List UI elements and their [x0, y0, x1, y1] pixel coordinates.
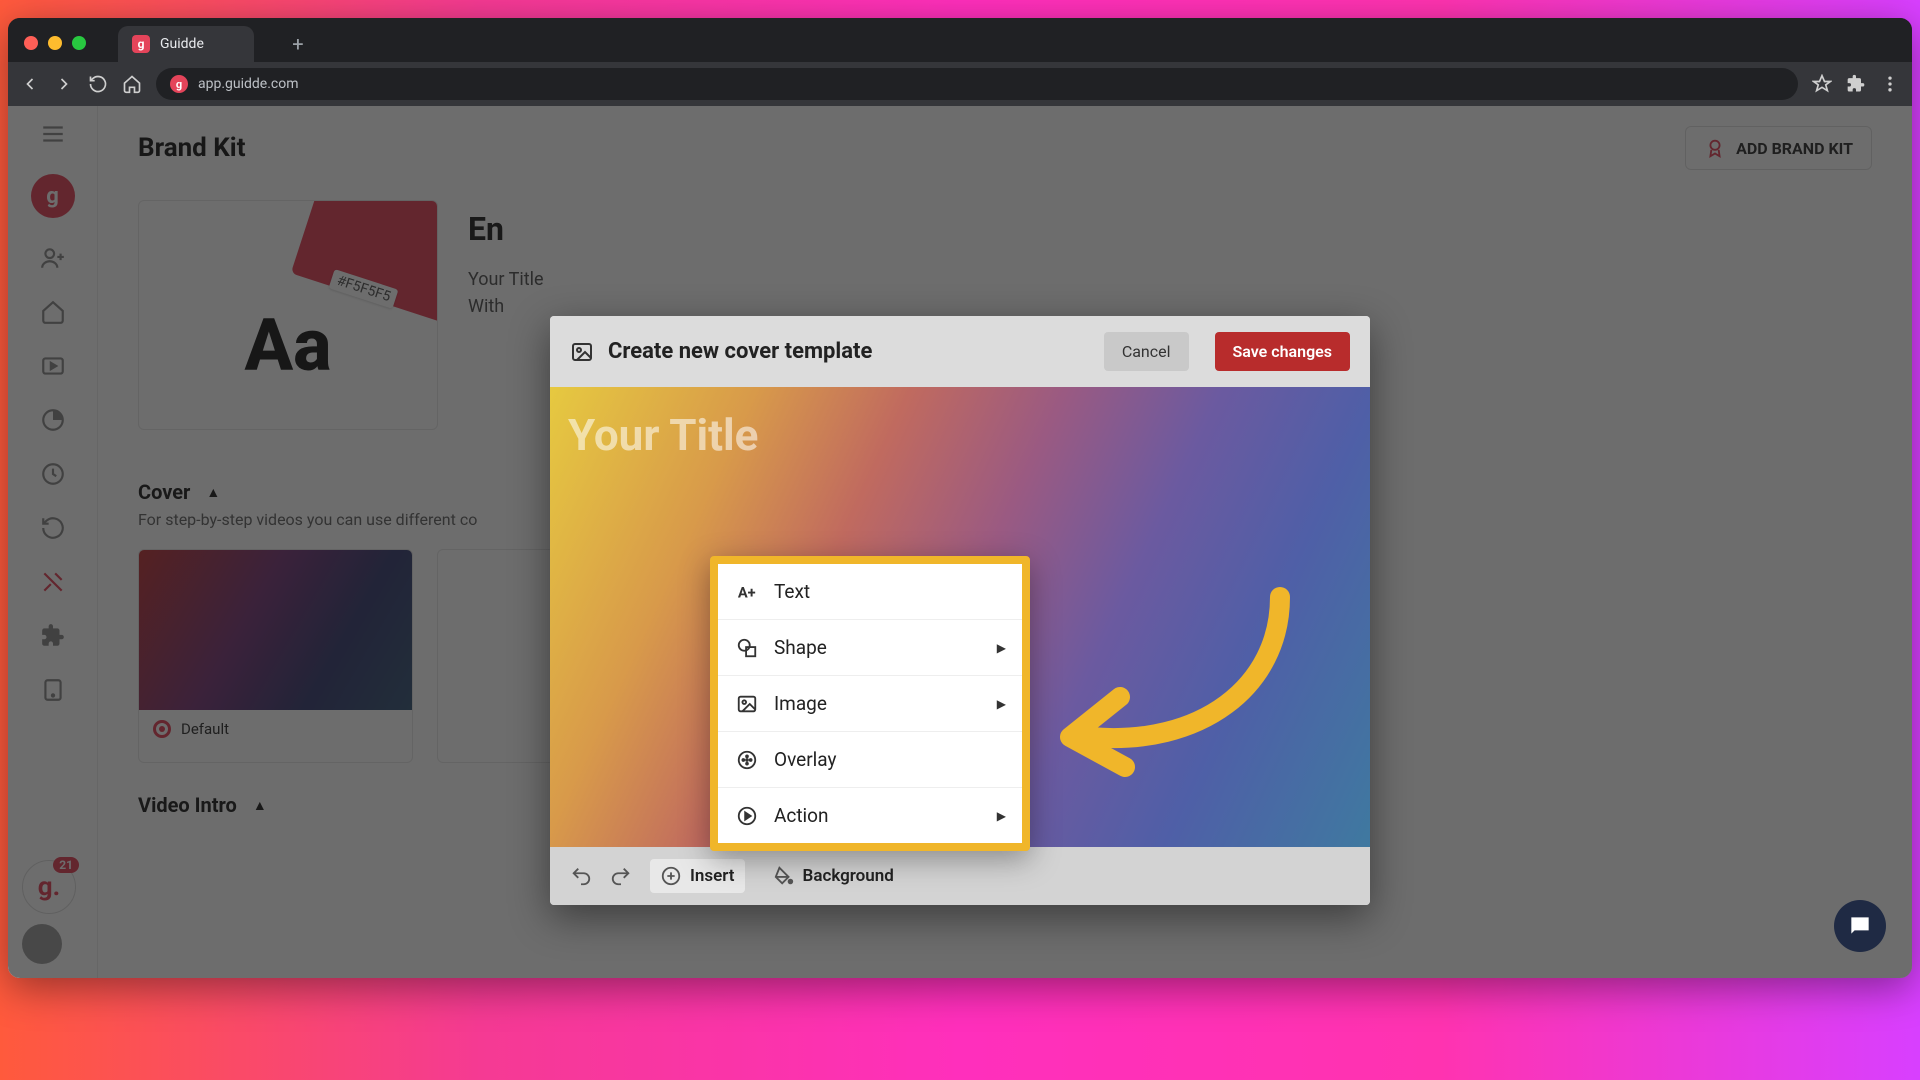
site-favicon: g: [170, 75, 188, 93]
nav-forward-button[interactable]: [54, 74, 74, 94]
shape-icon: [736, 637, 758, 659]
redo-button[interactable]: [610, 865, 632, 887]
insert-menu-shape-label: Shape: [774, 636, 827, 659]
insert-menu-text-label: Text: [774, 580, 810, 603]
background-label: Background: [803, 866, 894, 886]
overlay-icon: [736, 749, 758, 771]
submenu-arrow-icon: ▶: [997, 697, 1006, 711]
tab-title: Guidde: [160, 36, 204, 52]
submenu-arrow-icon: ▶: [997, 809, 1006, 823]
insert-menu-text[interactable]: A+ Text: [718, 564, 1022, 620]
canvas-title-placeholder[interactable]: Your Title: [568, 409, 758, 461]
action-icon: [736, 805, 758, 827]
app-area: g Brand Kit ADD BRAND KIT: [8, 106, 1912, 978]
insert-label: Insert: [690, 866, 735, 886]
modal-footer: Insert Background: [550, 847, 1370, 905]
bookmark-star-icon[interactable]: [1812, 74, 1832, 94]
submenu-arrow-icon: ▶: [997, 641, 1006, 655]
image-icon: [736, 693, 758, 715]
browser-window: g Guidde + g app.guidde.com: [8, 18, 1912, 978]
chat-launcher-button[interactable]: [1834, 900, 1886, 952]
cancel-button[interactable]: Cancel: [1104, 332, 1189, 371]
insert-menu-image[interactable]: Image ▶: [718, 676, 1022, 732]
insert-button[interactable]: Insert: [650, 859, 745, 893]
insert-menu: A+ Text Shape ▶ Image ▶ Overlay: [710, 556, 1030, 851]
svg-text:A+: A+: [738, 583, 756, 601]
insert-menu-overlay-label: Overlay: [774, 748, 836, 771]
insert-menu-image-label: Image: [774, 692, 827, 715]
window-controls: [18, 36, 98, 62]
url-text: app.guidde.com: [198, 76, 299, 92]
url-box[interactable]: g app.guidde.com: [156, 68, 1798, 100]
insert-menu-shape[interactable]: Shape ▶: [718, 620, 1022, 676]
annotation-arrow: [1050, 587, 1310, 787]
insert-menu-overlay[interactable]: Overlay: [718, 732, 1022, 788]
browser-menu-icon[interactable]: [1880, 74, 1900, 94]
save-changes-button[interactable]: Save changes: [1215, 332, 1350, 371]
undo-button[interactable]: [570, 865, 592, 887]
minimize-window-button[interactable]: [48, 36, 62, 50]
nav-back-button[interactable]: [20, 74, 40, 94]
insert-menu-action-label: Action: [774, 804, 829, 827]
insert-menu-action[interactable]: Action ▶: [718, 788, 1022, 843]
background-button[interactable]: Background: [763, 859, 904, 893]
browser-tab[interactable]: g Guidde: [118, 26, 254, 62]
modal-title: Create new cover template: [608, 339, 1090, 364]
close-window-button[interactable]: [24, 36, 38, 50]
nav-reload-button[interactable]: [88, 74, 108, 94]
plus-circle-icon: [660, 865, 682, 887]
new-tab-button[interactable]: +: [284, 30, 312, 58]
tab-favicon: g: [132, 35, 150, 53]
text-icon: A+: [736, 581, 758, 603]
image-icon: [570, 340, 594, 364]
paint-bucket-icon: [773, 865, 795, 887]
extensions-icon[interactable]: [1846, 74, 1866, 94]
tab-bar: g Guidde +: [8, 18, 1912, 62]
maximize-window-button[interactable]: [72, 36, 86, 50]
modal-header: Create new cover template Cancel Save ch…: [550, 316, 1370, 387]
nav-home-button[interactable]: [122, 74, 142, 94]
address-bar: g app.guidde.com: [8, 62, 1912, 106]
